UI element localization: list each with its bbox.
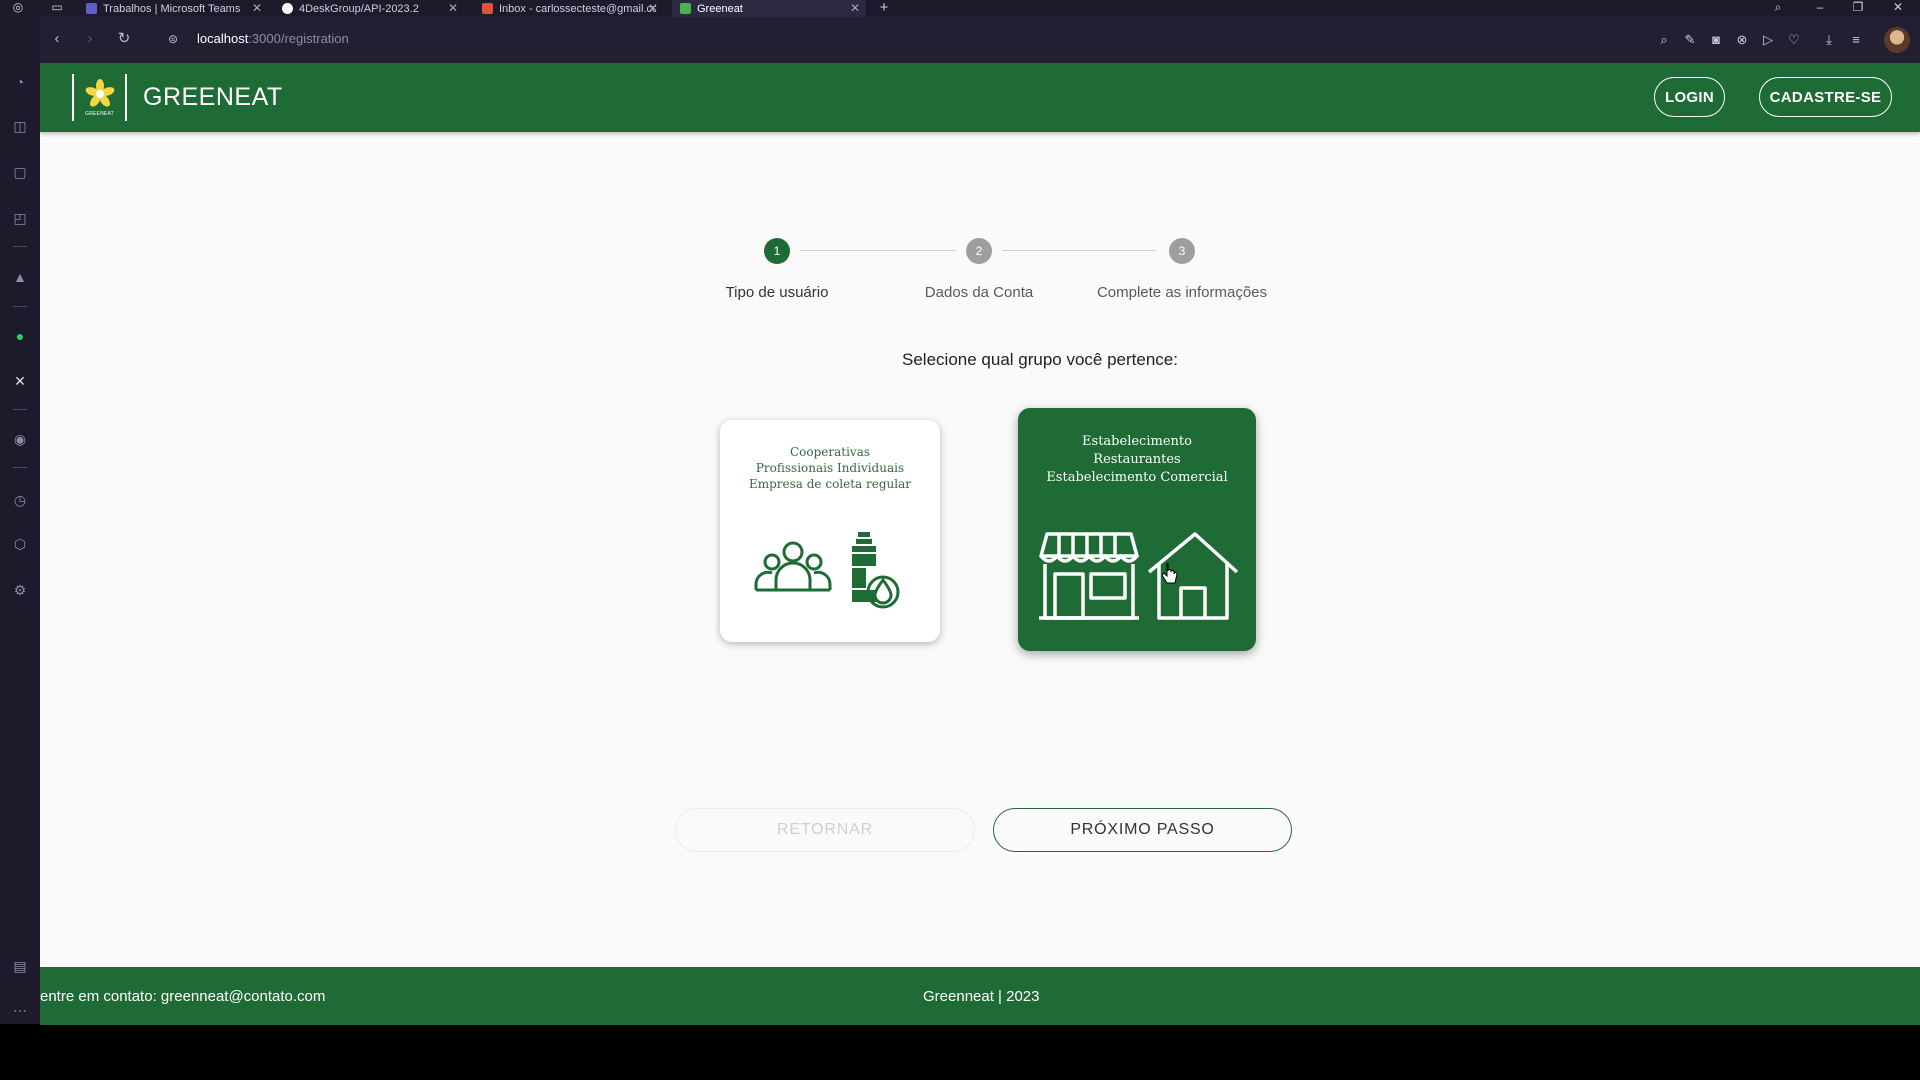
player-icon[interactable]: ◉ [9, 428, 31, 450]
tab-favicon-icon [86, 3, 97, 14]
step-1-label: Tipo de usuário [725, 284, 829, 301]
back-arrow-icon[interactable]: ‹ [47, 29, 67, 49]
tab-favicon-icon [680, 3, 691, 14]
sidebar-divider [13, 467, 27, 468]
signup-button[interactable]: CADASTRE-SE [1759, 77, 1892, 117]
tab-search-icon[interactable]: ⌕ [1768, 0, 1788, 17]
minimize-icon[interactable]: – [1810, 0, 1830, 17]
bag-icon[interactable]: ◫ [9, 115, 31, 137]
step-2-indicator: 2 [966, 238, 992, 264]
card-line: Profissionais Individuais [755, 461, 905, 475]
workspaces-icon[interactable]: ▭ [47, 0, 67, 17]
tab-label: Greeneat [697, 2, 743, 15]
browser-tab[interactable]: Trabalhos | Microsoft Teams ✕ [78, 0, 268, 17]
app-header: GREENEAT GREENEAT LOGIN CADASTRE-SE [40, 63, 1920, 132]
card-line: Cooperativas [789, 445, 871, 459]
tab-favicon-icon [282, 3, 293, 14]
x-icon[interactable]: ✕ [9, 370, 31, 392]
return-button[interactable]: RETORNAR [675, 808, 975, 852]
card-description: Cooperativas Profissionais Individuais E… [749, 444, 911, 492]
login-button[interactable]: LOGIN [1654, 77, 1725, 117]
url-host: localhost [197, 31, 249, 46]
card-line: Restaurantes [1093, 452, 1181, 467]
forward-arrow-icon[interactable]: › [80, 29, 100, 49]
next-step-button[interactable]: PRÓXIMO PASSO [993, 808, 1292, 852]
brand-logo[interactable]: GREENEAT [72, 74, 127, 121]
tab-label: 4DeskGroup/API-2023.2 [299, 2, 419, 15]
instagram-icon[interactable]: ◰ [9, 207, 31, 229]
sidebar-divider [13, 409, 27, 410]
app-footer: entre em contato: greenneat@contato.com … [40, 967, 1920, 1025]
card-line: Empresa de coleta regular [748, 477, 912, 491]
camera-icon[interactable]: ◙ [1707, 31, 1725, 49]
profile-avatar[interactable] [1884, 27, 1910, 53]
page-viewport: GREENEAT GREENEAT LOGIN CADASTRE-SE 1 2 … [40, 63, 1920, 1025]
tab-close-icon[interactable]: ✕ [850, 0, 860, 17]
tab-favicon-icon [482, 3, 493, 14]
browser-address-bar: ‹ › ↻ ⊜ localhost:3000/registration ⌕ ✎ … [40, 17, 1920, 63]
collectors-group-card[interactable]: Cooperativas Profissionais Individuais E… [720, 420, 940, 642]
sidebar-divider [13, 306, 27, 307]
step-1-indicator: 1 [764, 238, 790, 264]
stepper-connector [1002, 250, 1156, 251]
step-3-indicator: 3 [1169, 238, 1195, 264]
more-icon[interactable]: ⋯ [9, 999, 31, 1021]
flower-logo-icon [85, 79, 114, 107]
site-info-icon[interactable]: ⊜ [163, 29, 183, 49]
history-icon[interactable]: ◷ [9, 489, 31, 511]
download-icon[interactable]: ⤓ [1820, 31, 1838, 49]
settings-icon[interactable]: ⚙ [9, 579, 31, 601]
establishment-group-card[interactable]: Estabelecimento Restaurantes Estabelecim… [1018, 408, 1256, 651]
new-tab-button[interactable]: + [874, 0, 894, 17]
tab-close-icon[interactable]: ✕ [448, 0, 458, 17]
aria-icon[interactable]: ▲ [9, 266, 31, 288]
tab-label: Inbox - carlossecteste@gmail.com [499, 2, 656, 15]
people-bottle-icon [754, 532, 900, 609]
card-line: Estabelecimento [1082, 434, 1192, 449]
card-line: Estabelecimento Comercial [1046, 470, 1228, 485]
footer-contact: entre em contato: greenneat@contato.com [40, 988, 326, 1005]
sidebar-divider [13, 246, 27, 247]
step-2-label: Dados da Conta [924, 284, 1034, 301]
close-window-icon[interactable]: ✕ [1888, 0, 1908, 17]
step-3-label: Complete as informações [1096, 284, 1268, 301]
group-prompt: Selecione qual grupo você pertence: [902, 350, 1178, 369]
stepper-connector [800, 250, 956, 251]
restore-icon[interactable]: ❐ [1848, 0, 1868, 17]
whatsapp-icon[interactable]: ● [9, 325, 31, 347]
footer-copyright: Greenneat | 2023 [923, 988, 1040, 1005]
zoom-icon[interactable]: ⌕ [1655, 31, 1673, 49]
tab-label: Trabalhos | Microsoft Teams [103, 2, 241, 15]
browser-tab[interactable]: Inbox - carlossecteste@gmail.com ✕ [474, 0, 664, 17]
browser-tab[interactable]: 4DeskGroup/API-2023.2 ✕ [274, 0, 464, 17]
card-description: Estabelecimento Restaurantes Estabelecim… [1046, 433, 1227, 487]
block-icon[interactable]: ⊗ [1733, 31, 1751, 49]
browser-menu-icon[interactable]: ◎ [8, 0, 28, 17]
browser-tab-active[interactable]: Greeneat ✕ [672, 0, 866, 17]
browser-tab-bar: ◎ ▭ Trabalhos | Microsoft Teams ✕ 4DeskG… [0, 0, 1920, 17]
store-house-icon [1039, 532, 1239, 620]
speed-dial-icon[interactable]: ◔ [9, 71, 31, 93]
twitch-icon[interactable]: ▢ [9, 161, 31, 183]
mouse-pointer-icon [1162, 563, 1178, 584]
url-path: :3000/registration [248, 31, 349, 46]
logo-caption: GREENEAT [85, 111, 114, 117]
share-icon[interactable]: ✎ [1681, 31, 1699, 49]
tab-close-icon[interactable]: ✕ [648, 0, 658, 17]
reload-icon[interactable]: ↻ [114, 29, 134, 49]
heart-icon[interactable]: ♡ [1785, 31, 1803, 49]
menu-icon[interactable]: ≡ [1847, 31, 1865, 49]
play-icon[interactable]: ▷ [1759, 31, 1777, 49]
url-field[interactable]: localhost:3000/registration [197, 31, 349, 46]
extensions-icon[interactable]: ⬡ [9, 533, 31, 555]
sidebar-panel-icon[interactable]: ▤ [9, 955, 31, 977]
browser-sidebar: ◔ ◫ ▢ ◰ ▲ ● ✕ ◉ ◷ ⬡ ⚙ ▤ ⋯ [0, 17, 40, 1024]
brand-name[interactable]: GREENEAT [143, 83, 283, 112]
tab-close-icon[interactable]: ✕ [252, 0, 262, 17]
